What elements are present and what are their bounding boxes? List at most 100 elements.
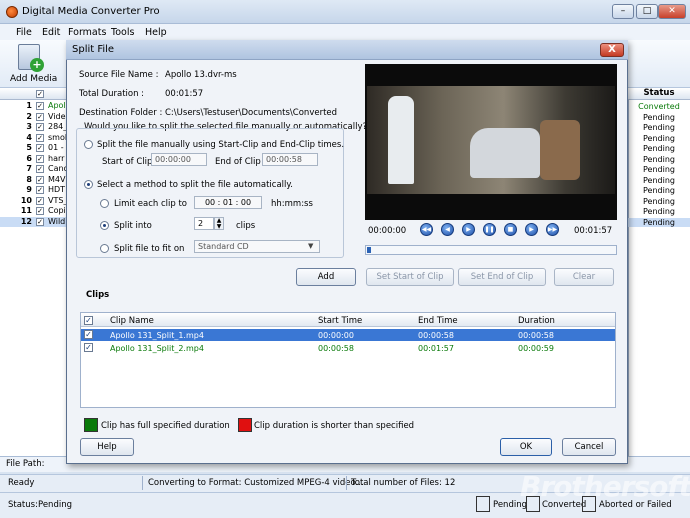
row-checkbox[interactable]: ✓ (36, 165, 44, 173)
short-duration-swatch (238, 418, 252, 432)
list-item[interactable]: 8 ✓ M4V (0, 175, 70, 186)
menu-help[interactable]: Help (145, 27, 167, 38)
pause-icon[interactable]: ❚❚ (483, 223, 496, 236)
limit-clip-radio[interactable] (100, 199, 109, 208)
fit-on-select[interactable]: Standard CD (194, 240, 320, 253)
column-end-time[interactable]: End Time (418, 316, 458, 326)
legend-pending-swatch (476, 496, 490, 512)
status-label: Status: (8, 500, 38, 510)
seek-bar[interactable] (365, 245, 617, 255)
menu-tools[interactable]: Tools (111, 27, 134, 38)
list-item[interactable]: 11 ✓ Copi (0, 206, 70, 217)
column-duration[interactable]: Duration (518, 316, 555, 326)
status-value: Pending (643, 207, 675, 216)
clear-button[interactable]: Clear (554, 268, 614, 286)
split-into-label[interactable]: Split into (114, 221, 152, 231)
column-clip-name[interactable]: Clip Name (110, 316, 154, 326)
video-figure (470, 128, 540, 178)
minimize-button[interactable]: – (612, 4, 634, 19)
limit-clip-label[interactable]: Limit each clip to (114, 199, 187, 209)
row-checkbox[interactable]: ✓ (36, 207, 44, 215)
row-checkbox[interactable]: ✓ (36, 186, 44, 194)
app-icon (6, 6, 18, 18)
maximize-button[interactable]: □ (636, 4, 658, 19)
row-checkbox[interactable]: ✓ (84, 343, 93, 352)
list-item[interactable]: 3 ✓ 284_ (0, 122, 70, 133)
clips-select-all-checkbox[interactable]: ✓ (84, 316, 93, 325)
status-separator (142, 476, 143, 490)
step-back-icon[interactable]: ◀ (441, 223, 454, 236)
row-checkbox[interactable]: ✓ (36, 112, 44, 121)
row-checkbox[interactable]: ✓ (84, 330, 93, 339)
row-checkbox[interactable]: ✓ (36, 196, 44, 205)
list-item[interactable]: 1 ✓ Apoll (0, 101, 70, 112)
ok-button[interactable]: OK (500, 438, 552, 456)
rewind-icon[interactable]: ◀◀ (420, 223, 433, 236)
list-item[interactable]: 2 ✓ Vide (0, 112, 70, 123)
list-item[interactable]: 6 ✓ harr (0, 154, 70, 165)
stop-icon[interactable]: ■ (504, 223, 517, 236)
converting-text: Converting to Format: Customized MPEG-4 … (148, 478, 364, 488)
short-duration-label: Clip duration is shorter than specified (254, 421, 415, 431)
manual-split-label[interactable]: Split the file manually using Start-Clip… (97, 140, 344, 150)
add-button[interactable]: Add (296, 268, 356, 286)
row-filename: harr (48, 153, 65, 163)
row-checkbox[interactable]: ✓ (36, 217, 44, 226)
full-duration-label: Clip has full specified duration (101, 421, 230, 431)
fit-on-label[interactable]: Split file to fit on (114, 244, 184, 254)
row-number: 12 (20, 216, 32, 226)
split-into-field[interactable]: 2 (194, 217, 214, 230)
status-value: Pending (38, 500, 72, 510)
row-number: 9 (26, 185, 32, 194)
row-number: 8 (26, 174, 32, 184)
clips-title: Clips (86, 290, 110, 300)
cancel-button[interactable]: Cancel (562, 438, 616, 456)
list-item[interactable]: 9 ✓ HDT (0, 185, 70, 196)
list-item[interactable]: 10 ✓ VTS_ (0, 196, 70, 207)
end-clip-label: End of Clip (215, 157, 261, 167)
set-end-button[interactable]: Set End of Clip (458, 268, 546, 286)
set-start-button[interactable]: Set Start of Clip (366, 268, 454, 286)
list-item[interactable]: 5 ✓ 01 - (0, 143, 70, 154)
source-label: Source File Name : (79, 70, 159, 80)
row-checkbox[interactable]: ✓ (36, 123, 44, 131)
row-checkbox[interactable]: ✓ (36, 175, 44, 184)
manual-split-radio[interactable] (84, 140, 93, 149)
seek-thumb[interactable] (367, 247, 371, 253)
limit-clip-field[interactable]: 00 : 01 : 00 (194, 196, 262, 209)
list-item[interactable]: 12 ✓ Wild (0, 216, 70, 227)
start-clip-field[interactable]: 00:00:00 (151, 153, 207, 166)
end-clip-field[interactable]: 00:00:58 (262, 153, 318, 166)
split-into-spinner[interactable]: ▲ ▼ (214, 217, 224, 230)
fast-forward-icon[interactable]: ▶▶ (546, 223, 559, 236)
plus-icon: + (30, 58, 44, 72)
fit-on-radio[interactable] (100, 244, 109, 253)
list-item[interactable]: 7 ✓ Canc (0, 164, 70, 175)
row-filename: Vide (48, 111, 66, 121)
close-button[interactable]: ✕ (658, 4, 686, 19)
status-value: Pending (643, 165, 675, 174)
status-value: Pending (643, 144, 675, 153)
row-checkbox[interactable]: ✓ (36, 144, 44, 152)
row-checkbox[interactable]: ✓ (36, 133, 44, 142)
clip-end: 00:01:57 (418, 344, 454, 353)
row-checkbox[interactable]: ✓ (36, 154, 44, 163)
ready-text: Ready (8, 478, 35, 488)
menu-edit[interactable]: Edit (42, 27, 60, 38)
dialog-close-button[interactable]: X (600, 43, 624, 57)
play-icon[interactable]: ▶ (462, 223, 475, 236)
row-filename: 01 - (48, 143, 64, 152)
list-item[interactable]: 4 ✓ smok (0, 133, 70, 144)
clip-name: Apollo 131_Split_1.mp4 (110, 331, 204, 340)
auto-split-radio[interactable] (84, 180, 93, 189)
step-forward-icon[interactable]: ▶ (525, 223, 538, 236)
help-button[interactable]: Help (80, 438, 134, 456)
menu-file[interactable]: File (16, 27, 32, 38)
split-into-radio[interactable] (100, 221, 109, 230)
add-media-button[interactable]: Add Media (10, 74, 57, 84)
column-start-time[interactable]: Start Time (318, 316, 362, 326)
auto-split-label[interactable]: Select a method to split the file automa… (97, 180, 293, 190)
menu-formats[interactable]: Formats (68, 27, 106, 38)
row-checkbox[interactable]: ✓ (36, 102, 44, 110)
select-all-checkbox[interactable]: ✓ (36, 90, 44, 98)
